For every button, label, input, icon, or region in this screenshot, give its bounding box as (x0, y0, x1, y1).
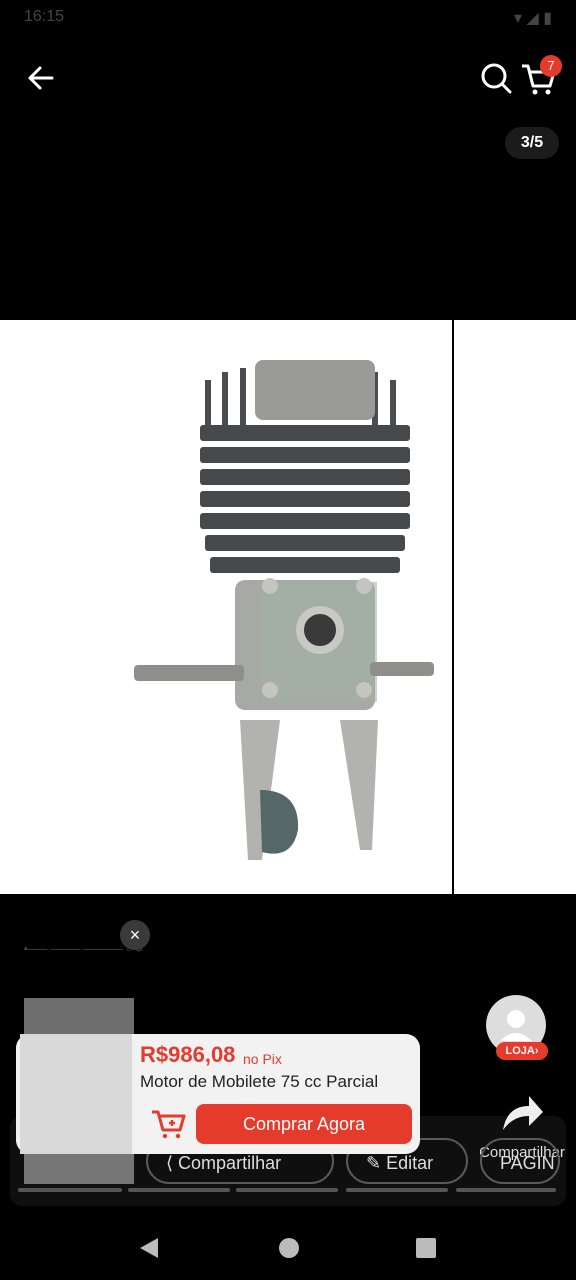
pager-indicator (128, 1188, 230, 1192)
product-title[interactable]: Motor de Mobilete 75 cc Parcial (140, 1072, 410, 1092)
image-counter: 3/5 (505, 127, 559, 159)
pager-indicator (346, 1188, 448, 1192)
close-preview-button[interactable]: × (120, 920, 150, 950)
edit-label: Editar (386, 1153, 434, 1173)
product-image[interactable] (0, 320, 452, 894)
engine-illustration (134, 360, 434, 860)
share-icon: ⟨ (166, 1153, 174, 1173)
nav-home-icon[interactable] (279, 1238, 299, 1258)
buy-now-button[interactable]: Comprar Agora (196, 1104, 412, 1144)
cart-badge: 7 (540, 55, 562, 77)
page-button[interactable]: PAGIN (480, 1138, 560, 1184)
pager-indicator (456, 1188, 556, 1192)
pager-indicator (18, 1188, 122, 1192)
page-label: PAGIN (500, 1153, 555, 1173)
top-bar (0, 50, 576, 106)
nav-back-icon[interactable] (140, 1238, 158, 1258)
back-arrow-icon[interactable] (22, 58, 62, 98)
search-icon[interactable] (476, 58, 516, 98)
add-to-cart-icon[interactable] (150, 1106, 190, 1140)
product-price: R$986,08 (140, 1042, 236, 1067)
status-bar: 16:15 ▾ ◢ ▮ (24, 8, 552, 32)
product-thumbnail[interactable] (20, 1034, 132, 1154)
status-time: 16:15 (24, 8, 65, 25)
next-image-peek[interactable] (454, 320, 576, 894)
price-note: no Pix (243, 1051, 282, 1067)
nav-recents-icon[interactable] (416, 1238, 436, 1258)
store-badge[interactable]: LOJA› (496, 1042, 548, 1060)
pencil-icon: ✎ (366, 1153, 382, 1173)
share-label: Compartilhar (178, 1153, 282, 1173)
system-nav-bar (140, 1238, 436, 1258)
pager-indicator (236, 1188, 338, 1192)
status-icons: ▾ ◢ ▮ (513, 10, 552, 27)
